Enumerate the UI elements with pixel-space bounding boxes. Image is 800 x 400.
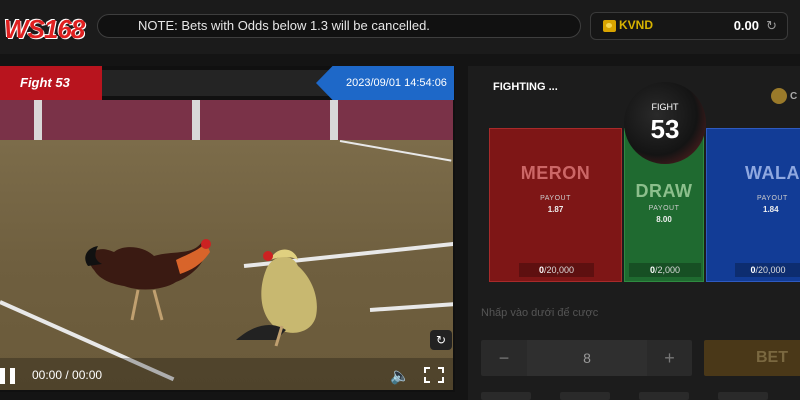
notice-banner: NOTE: Bets with Odds below 1.3 will be c… [97,14,581,38]
logo-text: WS168 [4,14,85,44]
logo: WS168 [0,10,96,48]
video-panel: Fight 53 2023/09/01 14:54:06 ↻ 00:00 / 0… [0,66,455,392]
datetime-tag: 2023/09/01 14:54:06 [316,66,454,100]
chip-button[interactable] [560,392,610,400]
video-controls: 00:00 / 00:00 🔈 [0,358,453,390]
draw-payout-label: PAYOUT [648,205,680,212]
meron-payout-label: PAYOUT [540,195,571,202]
betting-panel: FIGHTING ... C MERON PAYOUT 1.87 0/20,00… [468,66,800,400]
video-time: 00:00 / 00:00 [32,368,103,382]
video-stream[interactable]: ↻ 00:00 / 00:00 🔈 [0,100,453,390]
volume-icon[interactable]: 🔈 [390,366,410,386]
fight-status: FIGHTING ... [493,81,558,93]
draw-title: DRAW [635,181,693,201]
fight-number-badge: FIGHT 53 [624,82,706,164]
balance-amount: 0.00 [733,18,759,33]
refresh-icon[interactable]: ↻ [766,18,777,34]
arena-post [330,100,338,140]
chip-icon [771,88,787,104]
bet-hint: Nhấp vào dưới để cược [481,307,599,319]
chip-button[interactable] [639,392,689,400]
bet-amount-input[interactable]: 8 [527,340,647,376]
chip-button[interactable] [481,392,531,400]
meron-card[interactable]: MERON PAYOUT 1.87 0/20,000 [489,128,622,282]
wala-payout: 1.84 [763,205,779,214]
wala-limit: 0/20,000 [735,263,800,277]
video-header-strip [102,70,332,96]
wala-card[interactable]: WALA PAYOUT 1.84 0/20,000 [706,128,800,282]
rooster-right [236,249,317,347]
arena-post [192,100,200,140]
meron-payout: 1.87 [547,205,564,214]
bet-button[interactable]: BET [704,340,800,376]
top-bar: WS168 NOTE: Bets with Odds below 1.3 wil… [0,0,800,54]
arena-ground [0,140,453,390]
currency-label: KVND [619,18,654,32]
pause-icon[interactable] [0,368,16,384]
balance-box: KVND 0.00 ↻ [590,12,788,40]
wala-payout-label: PAYOUT [757,195,788,202]
corner-label: C [790,91,798,102]
arena-post [34,100,42,140]
fight-badge-number: 53 [650,114,680,144]
meron-title: MERON [520,163,591,183]
draw-payout: 8.00 [656,215,672,224]
wala-title: WALA [745,163,800,183]
fight-badge-label: FIGHT [651,102,679,112]
meron-limit: 0/20,000 [519,263,594,277]
chip-button[interactable] [718,392,768,400]
fullscreen-icon[interactable] [424,367,444,383]
increase-button[interactable]: + [647,340,692,376]
fight-number-tag: Fight 53 [0,66,102,100]
decrease-button[interactable]: − [481,340,527,376]
bet-amount-stepper: − 8 + [481,340,692,376]
rooster-left [85,239,211,321]
draw-limit: 0/2,000 [629,263,701,277]
coin-icon [603,20,616,32]
replay-icon[interactable]: ↻ [430,330,452,350]
